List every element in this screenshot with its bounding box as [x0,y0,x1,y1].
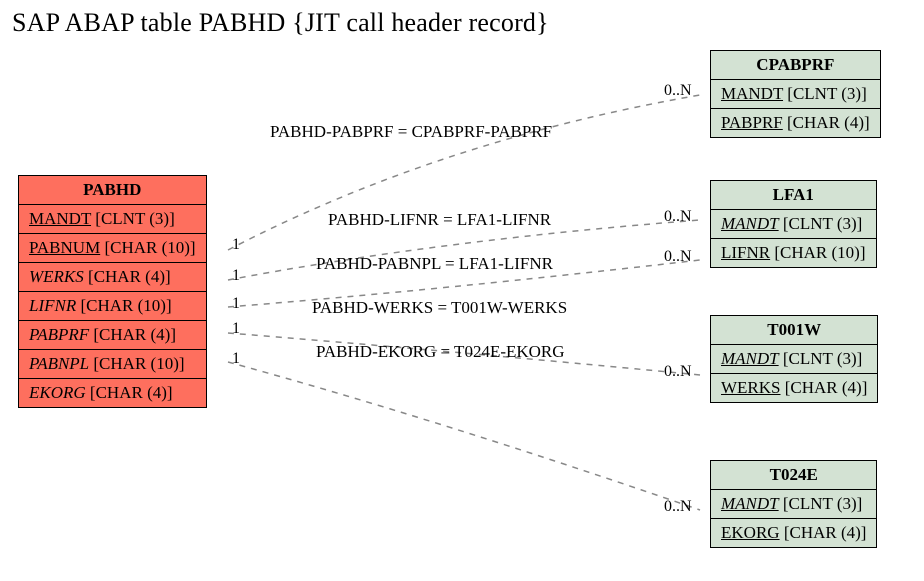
table-header: T024E [711,461,876,490]
table-row: EKORG [CHAR (4)] [19,379,206,407]
card-left-2: 1 [232,295,240,313]
card-right-3: 0..N [664,363,692,381]
table-row: LIFNR [CHAR (10)] [711,239,876,267]
rel-label-1: PABHD-LIFNR = LFA1-LIFNR [328,210,551,230]
card-right-0: 0..N [664,82,692,100]
table-row: WERKS [CHAR (4)] [711,374,877,402]
table-lfa1: LFA1 MANDT [CLNT (3)] LIFNR [CHAR (10)] [710,180,877,268]
table-header: LFA1 [711,181,876,210]
card-left-3: 1 [232,320,240,338]
table-pabhd: PABHD MANDT [CLNT (3)] PABNUM [CHAR (10)… [18,175,207,408]
card-left-0: 1 [232,236,240,254]
card-right-4: 0..N [664,498,692,516]
table-row: PABNUM [CHAR (10)] [19,234,206,263]
table-row: PABPRF [CHAR (4)] [711,109,880,137]
table-header: CPABPRF [711,51,880,80]
table-row: MANDT [CLNT (3)] [711,210,876,239]
table-header: T001W [711,316,877,345]
rel-label-2: PABHD-PABNPL = LFA1-LIFNR [316,254,553,274]
card-left-4: 1 [232,350,240,368]
table-t001w: T001W MANDT [CLNT (3)] WERKS [CHAR (4)] [710,315,878,403]
table-row: MANDT [CLNT (3)] [711,490,876,519]
table-row: MANDT [CLNT (3)] [711,80,880,109]
card-right-1: 0..N [664,208,692,226]
table-row: MANDT [CLNT (3)] [711,345,877,374]
rel-label-0: PABHD-PABPRF = CPABPRF-PABPRF [270,122,552,142]
rel-label-3: PABHD-WERKS = T001W-WERKS [312,298,567,318]
card-right-2: 0..N [664,248,692,266]
table-row: WERKS [CHAR (4)] [19,263,206,292]
table-row: PABNPL [CHAR (10)] [19,350,206,379]
table-row: PABPRF [CHAR (4)] [19,321,206,350]
table-header: PABHD [19,176,206,205]
table-row: LIFNR [CHAR (10)] [19,292,206,321]
table-cpabprf: CPABPRF MANDT [CLNT (3)] PABPRF [CHAR (4… [710,50,881,138]
card-left-1: 1 [232,267,240,285]
table-row: MANDT [CLNT (3)] [19,205,206,234]
page-title: SAP ABAP table PABHD {JIT call header re… [12,8,549,38]
rel-label-4: PABHD-EKORG = T024E-EKORG [316,342,565,362]
table-row: EKORG [CHAR (4)] [711,519,876,547]
table-t024e: T024E MANDT [CLNT (3)] EKORG [CHAR (4)] [710,460,877,548]
